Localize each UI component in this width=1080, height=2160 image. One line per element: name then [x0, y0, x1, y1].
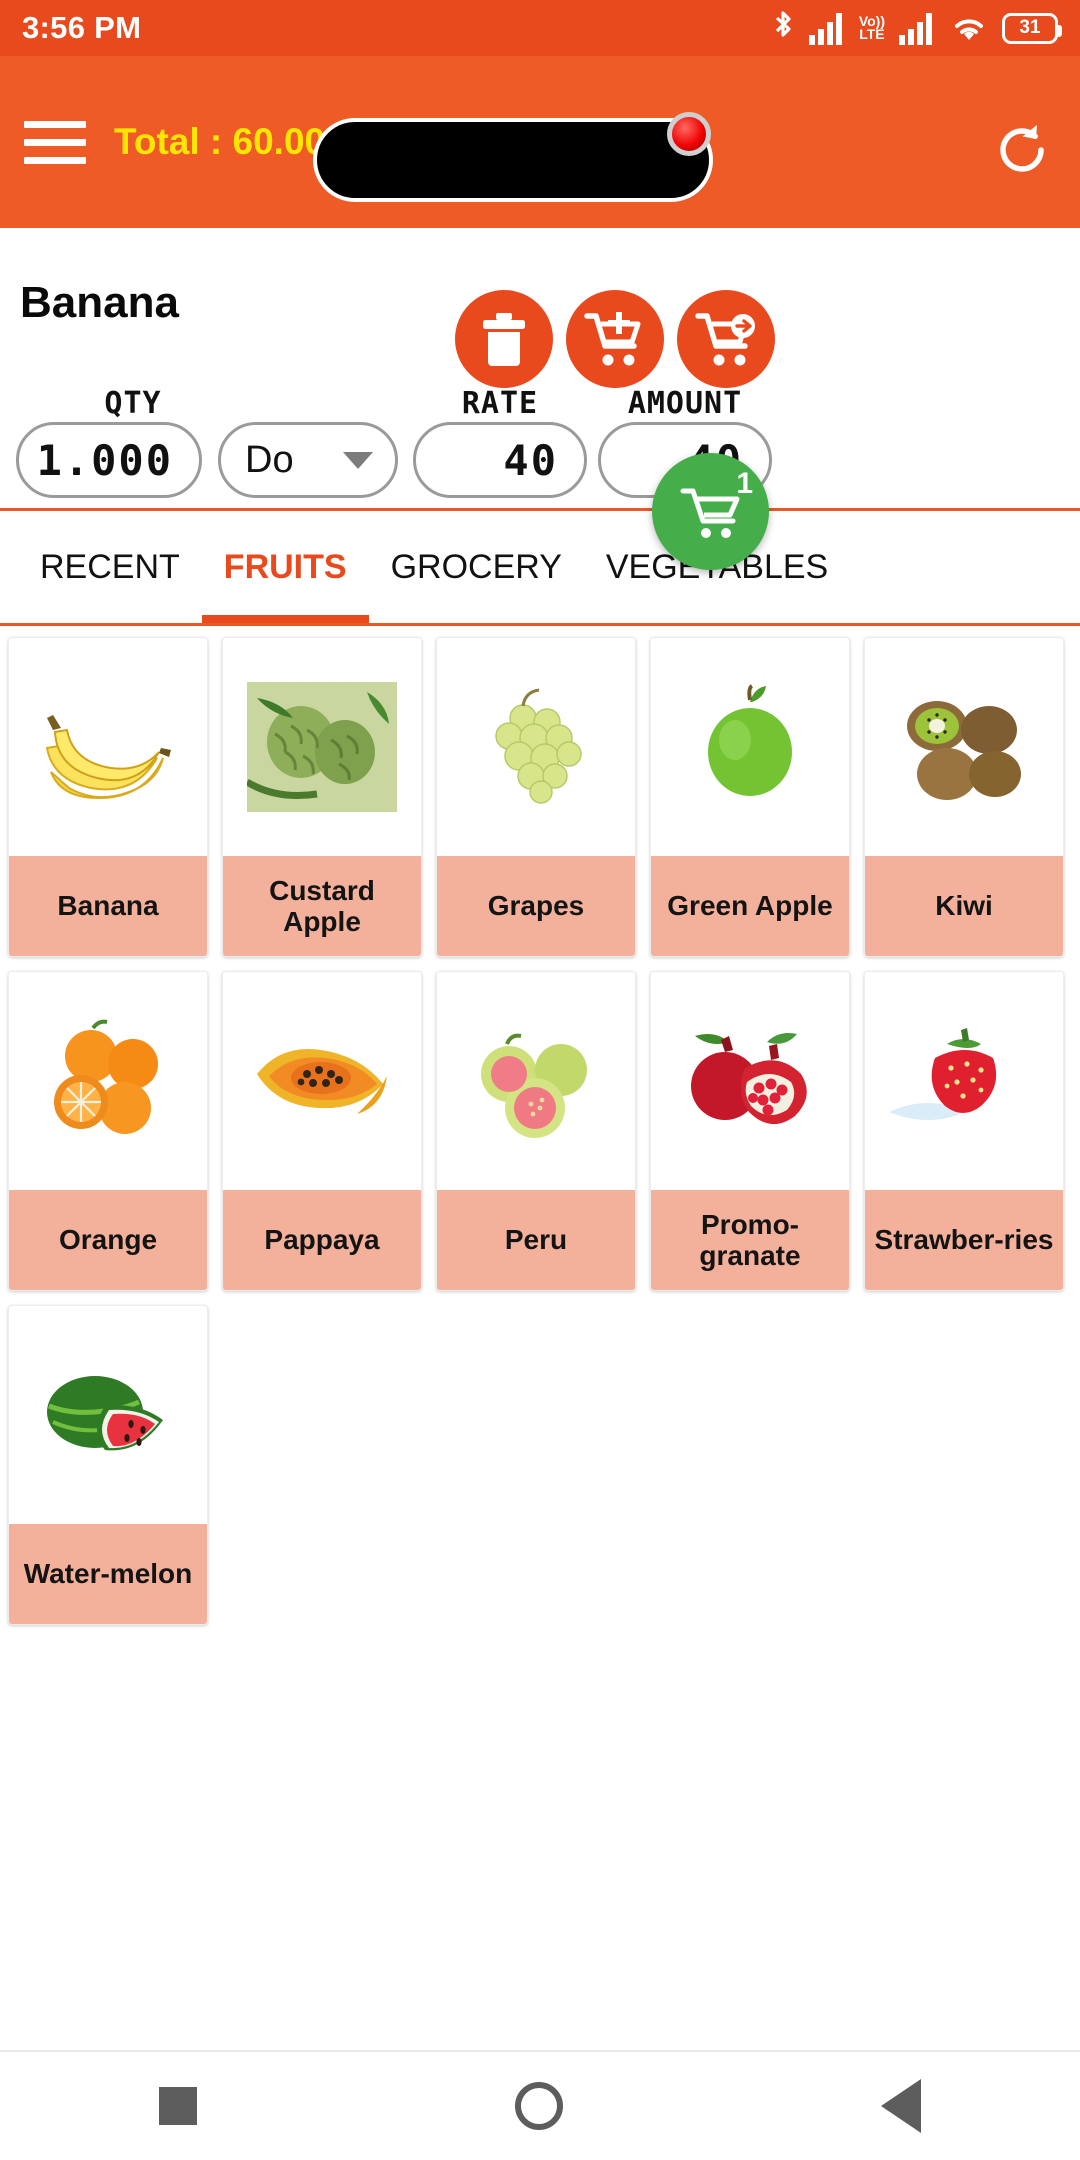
rate-field[interactable]: RATE 40: [413, 386, 587, 498]
product-card-kiwi[interactable]: Kiwi: [864, 637, 1064, 957]
product-label: Banana: [9, 856, 207, 956]
product-label: Strawber-ries: [865, 1190, 1063, 1290]
tab-fruits[interactable]: FRUITS: [201, 511, 369, 623]
status-bar: 3:56 PM Vo)) LTE 31: [0, 0, 1080, 56]
papaya-image: [223, 972, 421, 1190]
weight-display-box[interactable]: [313, 118, 713, 202]
product-card-orange[interactable]: Orange: [8, 971, 208, 1291]
rate-value: 40: [503, 435, 558, 485]
android-nav-bar: [0, 2050, 1080, 2160]
checkout-button[interactable]: [677, 290, 775, 388]
product-label: Water-melon: [9, 1524, 207, 1624]
unit-dropdown[interactable]: Do: [218, 422, 398, 498]
delete-button[interactable]: [455, 290, 553, 388]
red-led-indicator: [667, 112, 711, 156]
unit-value: Do: [245, 438, 294, 481]
wifi-icon: [955, 19, 983, 40]
product-card-custard-apple[interactable]: Custard Apple: [222, 637, 422, 957]
battery-level: 31: [1019, 17, 1041, 38]
cart-plus-icon: [584, 312, 641, 366]
qty-value: 1.000: [36, 435, 173, 485]
rate-label: RATE: [461, 386, 539, 421]
product-card-watermelon[interactable]: Water-melon: [8, 1305, 208, 1625]
product-label: Kiwi: [865, 856, 1063, 956]
status-time: 3:56 PM: [22, 10, 142, 45]
hamburger-menu-icon[interactable]: [24, 120, 86, 164]
qty-input[interactable]: 1.000: [16, 422, 202, 498]
app-screen: 3:56 PM Vo)) LTE 31 Total : 60.00 Banana…: [0, 0, 1080, 2160]
product-card-pappaya[interactable]: Pappaya: [222, 971, 422, 1291]
product-label: Pappaya: [223, 1190, 421, 1290]
tab-grocery-label: GROCERY: [390, 547, 562, 586]
trash-icon: [483, 313, 525, 366]
banana-image: [9, 638, 207, 856]
cart-arrow-icon: [695, 313, 755, 366]
product-label: Orange: [9, 1190, 207, 1290]
pomegranate-image: [651, 972, 849, 1190]
circle-icon[interactable]: [515, 2082, 563, 2130]
kiwi-image: [865, 638, 1063, 856]
product-card-peru[interactable]: Peru: [436, 971, 636, 1291]
square-icon[interactable]: [159, 2087, 197, 2125]
weight-display[interactable]: [313, 112, 713, 202]
refresh-icon[interactable]: [984, 112, 1060, 188]
volte-icon: Vo)) LTE: [859, 14, 885, 42]
cart-fab[interactable]: 1: [652, 453, 769, 570]
add-to-cart-button[interactable]: [566, 290, 664, 388]
product-label: Custard Apple: [223, 856, 421, 956]
product-card-banana[interactable]: Banana: [8, 637, 208, 957]
status-icon-tray: Vo)) LTE 31: [771, 9, 1062, 47]
signal-icon: [808, 13, 842, 45]
tab-grocery[interactable]: GROCERY: [369, 511, 584, 623]
total-value: 60.00: [232, 121, 326, 162]
product-grid: Banana Custard Apple Grapes Green Apple: [0, 629, 1080, 2009]
green-apple-image: [651, 638, 849, 856]
volte-bottom-label: LTE: [859, 26, 885, 42]
product-label: Grapes: [437, 856, 635, 956]
app-bar: Total : 60.00: [0, 56, 1080, 228]
category-tab-bar: RECENT FRUITS GROCERY VEGETABLES: [0, 508, 1080, 626]
product-label: Promo-granate: [651, 1190, 849, 1290]
watermelon-image: [9, 1306, 207, 1524]
bluetooth-icon: [775, 11, 791, 37]
strawberry-image: [865, 972, 1063, 1190]
amount-label: AMOUNT: [627, 386, 743, 421]
product-label: Peru: [437, 1190, 635, 1290]
product-card-green-apple[interactable]: Green Apple: [650, 637, 850, 957]
guava-image: [437, 972, 635, 1190]
signal-icon-2: [899, 13, 932, 45]
chevron-down-icon: [343, 451, 373, 469]
product-card-strawberries[interactable]: Strawber-ries: [864, 971, 1064, 1291]
grapes-image: [437, 638, 635, 856]
tab-recent[interactable]: RECENT: [18, 511, 202, 623]
shopping-cart-icon: [680, 488, 739, 538]
orange-image: [9, 972, 207, 1190]
triangle-back-icon[interactable]: [881, 2079, 921, 2133]
product-card-promogranate[interactable]: Promo-granate: [650, 971, 850, 1291]
rate-input[interactable]: 40: [413, 422, 587, 498]
battery-icon: 31: [1002, 12, 1062, 44]
product-name: Banana: [20, 278, 179, 327]
cart-badge-count: 1: [736, 467, 753, 500]
product-label: Green Apple: [651, 856, 849, 956]
tab-recent-label: RECENT: [40, 547, 180, 586]
entry-row: QTY 1.000 Do RATE 40 AMOUNT 40: [0, 380, 1080, 508]
custard-apple-image: [223, 638, 421, 856]
product-card-grapes[interactable]: Grapes: [436, 637, 636, 957]
unit-dropdown-control[interactable]: Do: [218, 422, 398, 498]
tab-fruits-label: FRUITS: [223, 547, 347, 586]
product-header: Banana: [0, 228, 1080, 388]
qty-field[interactable]: QTY 1.000: [16, 386, 202, 498]
qty-label: QTY: [104, 386, 162, 421]
total-display: Total : 60.00: [114, 121, 325, 163]
total-label: Total :: [114, 121, 233, 162]
